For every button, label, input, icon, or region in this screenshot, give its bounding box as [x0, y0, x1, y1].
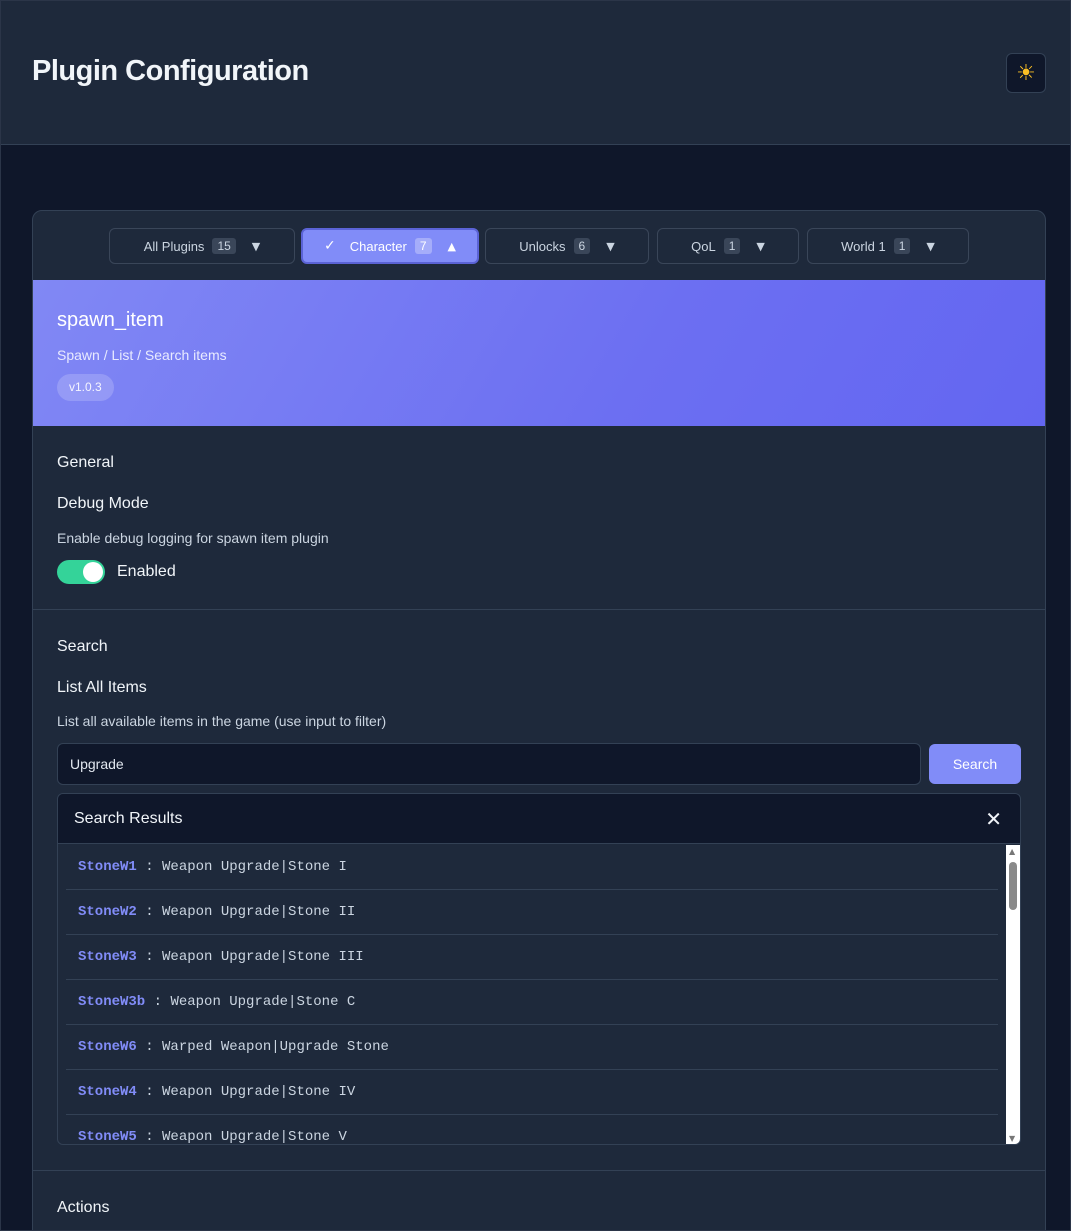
field-title: Debug Mode: [57, 495, 149, 512]
item-name: Weapon Upgrade|Stone IV: [162, 1084, 356, 1100]
search-button[interactable]: Search: [929, 744, 1021, 784]
tab-qol[interactable]: QoL 1 ▼: [657, 228, 799, 264]
category-tabs: All Plugins 15 ▼ ✓ Character 7 ▲ Unlocks…: [33, 211, 1045, 281]
section-title: Search: [57, 638, 108, 655]
item-id: StoneW2: [78, 904, 137, 920]
item-separator: :: [145, 994, 171, 1010]
item-id: StoneW3b: [78, 994, 146, 1010]
tab-world-1[interactable]: World 1 1 ▼: [807, 228, 969, 264]
item-separator: :: [136, 904, 163, 920]
toggle-knob: [83, 562, 103, 582]
results-header: Search Results ✕: [58, 794, 1020, 844]
item-separator: :: [136, 1129, 163, 1145]
section-title: Actions: [57, 1199, 110, 1216]
results-list[interactable]: StoneW1 : Weapon Upgrade|Stone I StoneW2 …: [66, 845, 998, 1145]
version-badge: v1.0.3: [57, 374, 114, 401]
tab-all-plugins[interactable]: All Plugins 15 ▼: [109, 228, 295, 264]
section-title: General: [57, 454, 114, 471]
tab-label: World 1: [841, 238, 886, 254]
field-description: List all available items in the game (us…: [57, 713, 387, 729]
item-id: StoneW1: [78, 859, 137, 875]
item-name: Weapon Upgrade|Stone I: [162, 859, 347, 875]
app-window: Plugin Configuration ☀ All Plugins 15 ▼ …: [0, 0, 1071, 1231]
sun-icon: ☀: [1016, 60, 1036, 86]
tab-unlocks[interactable]: Unlocks 6 ▼: [485, 228, 649, 264]
result-row[interactable]: StoneW1 : Weapon Upgrade|Stone I: [66, 845, 998, 890]
tab-label: QoL: [691, 238, 716, 254]
tab-count-badge: 6: [573, 238, 591, 254]
check-icon: ✓: [324, 238, 336, 254]
chevron-down-icon: ▼: [251, 239, 261, 253]
search-input[interactable]: [57, 743, 921, 785]
item-name: Weapon Upgrade|Stone II: [162, 904, 356, 920]
scroll-up-icon[interactable]: ▲: [1009, 847, 1015, 856]
item-id: StoneW4: [78, 1084, 137, 1100]
item-name: Warped Weapon|Upgrade Stone: [162, 1039, 389, 1055]
tab-count-badge: 1: [723, 238, 741, 254]
item-id: StoneW5: [78, 1129, 137, 1145]
item-separator: :: [136, 949, 163, 965]
actions-section: Actions: [33, 1171, 1045, 1230]
chevron-down-icon: ▼: [606, 239, 615, 253]
results-scrollbar[interactable]: ▲ ▼: [1006, 845, 1020, 1144]
tab-label: Unlocks: [519, 238, 566, 254]
item-name: Weapon Upgrade|Stone III: [162, 949, 364, 965]
field-title: List All Items: [57, 679, 147, 696]
item-separator: :: [136, 1084, 163, 1100]
chevron-up-icon: ▲: [447, 239, 456, 253]
item-name: Weapon Upgrade|Stone C: [170, 994, 356, 1010]
item-separator: :: [136, 1039, 163, 1055]
tab-character[interactable]: ✓ Character 7 ▲: [301, 228, 479, 264]
page-title: Plugin Configuration: [32, 55, 309, 87]
item-id: StoneW3: [78, 949, 137, 965]
scroll-down-icon[interactable]: ▼: [1009, 1134, 1015, 1143]
header-bar: Plugin Configuration ☀: [1, 1, 1070, 145]
toggle-label: Enabled: [117, 563, 176, 580]
chevron-down-icon: ▼: [926, 239, 935, 253]
tab-count-badge: 7: [414, 238, 432, 254]
result-row[interactable]: StoneW2 : Weapon Upgrade|Stone II: [66, 890, 998, 935]
close-icon[interactable]: ✕: [985, 807, 1002, 831]
plugin-name: spawn_item: [57, 309, 164, 331]
tab-count-badge: 1: [893, 238, 911, 254]
tab-count-badge: 15: [212, 238, 236, 254]
result-row[interactable]: StoneW3b : Weapon Upgrade|Stone C: [66, 980, 998, 1025]
tab-label: All Plugins: [143, 238, 205, 254]
debug-mode-toggle[interactable]: [57, 560, 105, 584]
item-separator: :: [136, 859, 163, 875]
search-results-panel: Search Results ✕ StoneW1 : Weapon Upgrad…: [57, 793, 1021, 1145]
item-id: StoneW6: [78, 1039, 137, 1055]
search-section: Search List All Items List all available…: [33, 610, 1045, 1170]
plugin-header: spawn_item Spawn / List / Search items v…: [33, 280, 1045, 426]
plugin-description: Spawn / List / Search items: [57, 347, 227, 363]
theme-toggle-button[interactable]: ☀: [1006, 53, 1046, 93]
result-row[interactable]: StoneW4 : Weapon Upgrade|Stone IV: [66, 1070, 998, 1115]
result-row[interactable]: StoneW3 : Weapon Upgrade|Stone III: [66, 935, 998, 980]
tab-label: Character: [349, 238, 407, 254]
plugin-card: All Plugins 15 ▼ ✓ Character 7 ▲ Unlocks…: [32, 210, 1046, 1230]
scroll-thumb[interactable]: [1009, 862, 1017, 910]
result-row[interactable]: StoneW5 : Weapon Upgrade|Stone V: [66, 1115, 998, 1145]
results-title: Search Results: [74, 810, 183, 827]
result-row[interactable]: StoneW6 : Warped Weapon|Upgrade Stone: [66, 1025, 998, 1070]
general-section: General Debug Mode Enable debug logging …: [33, 426, 1045, 610]
item-name: Weapon Upgrade|Stone V: [162, 1129, 347, 1145]
chevron-down-icon: ▼: [756, 239, 765, 253]
field-description: Enable debug logging for spawn item plug…: [57, 530, 329, 546]
